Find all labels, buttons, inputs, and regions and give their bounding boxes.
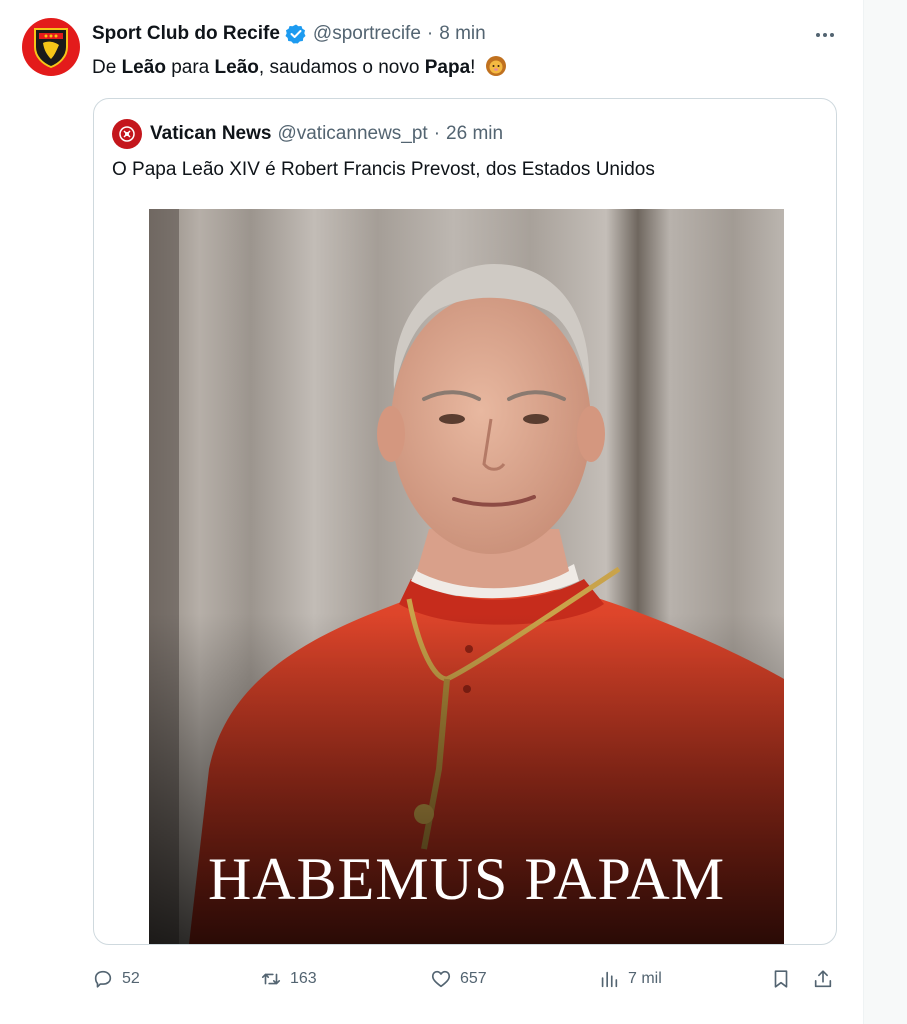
tweet-text-part: ! [470,57,476,78]
quoted-tweet-image[interactable]: HABEMUS PAPAM [149,209,784,944]
tweet-text-part: para [165,57,215,78]
reply-button[interactable]: 52 [92,962,140,996]
quoted-timestamp[interactable]: 26 min [446,123,503,145]
like-button[interactable]: 657 [430,962,487,996]
share-button[interactable] [812,962,834,996]
club-crest-icon [34,28,68,69]
retweet-button[interactable]: 163 [260,962,317,996]
tweet-text-part: , saudamos o novo [258,57,425,78]
separator-dot: · [426,23,434,44]
verified-badge-icon [285,24,306,44]
quoted-tweet[interactable]: Vatican News @vaticannews_pt · 26 min O … [93,98,837,945]
vatican-news-logo-icon [119,126,135,142]
reply-count: 52 [122,970,140,987]
timestamp[interactable]: 8 min [439,23,485,45]
tweet-text-bold: Leão [121,57,166,78]
action-bar: 52 163 657 7 mil [90,962,850,996]
like-count: 657 [460,970,487,987]
quoted-tweet-text: O Papa Leão XIV é Robert Francis Prevost… [112,159,655,180]
quoted-author-name[interactable]: Vatican News [150,123,271,145]
share-icon [814,970,832,988]
retweet-icon [261,973,281,985]
tweet-text-part: De [92,57,122,78]
tweet-text: De Leão para Leão, saudamos o novo Papa! [92,55,507,81]
bookmark-button[interactable] [770,962,792,996]
tweet-text-bold: Leão [214,57,259,78]
author-handle[interactable]: @sportrecife [313,23,421,45]
bookmark-icon [774,970,788,988]
lion-emoji-icon [485,56,506,76]
tweet-text-bold: Papa [424,57,471,78]
separator-dot: · [433,123,441,144]
views-count: 7 mil [628,970,662,987]
author-name[interactable]: Sport Club do Recife [92,23,280,45]
more-options-button[interactable] [812,22,838,48]
image-caption: HABEMUS PAPAM [207,846,726,912]
reply-icon [94,970,112,988]
more-horizontal-icon [816,33,834,37]
retweet-count: 163 [290,970,317,987]
avatar[interactable] [22,18,80,76]
portrait-photo [149,209,784,944]
heart-icon [431,970,451,988]
quoted-tweet-header: Vatican News @vaticannews_pt · 26 min [112,119,503,149]
tweet-header: Sport Club do Recife @sportrecife · 8 mi… [92,22,486,46]
views-chart-icon [601,971,618,988]
quoted-author-handle[interactable]: @vaticannews_pt [277,123,427,145]
views-button[interactable]: 7 mil [598,962,662,996]
quoted-avatar[interactable] [112,119,142,149]
right-gutter [864,0,907,1024]
